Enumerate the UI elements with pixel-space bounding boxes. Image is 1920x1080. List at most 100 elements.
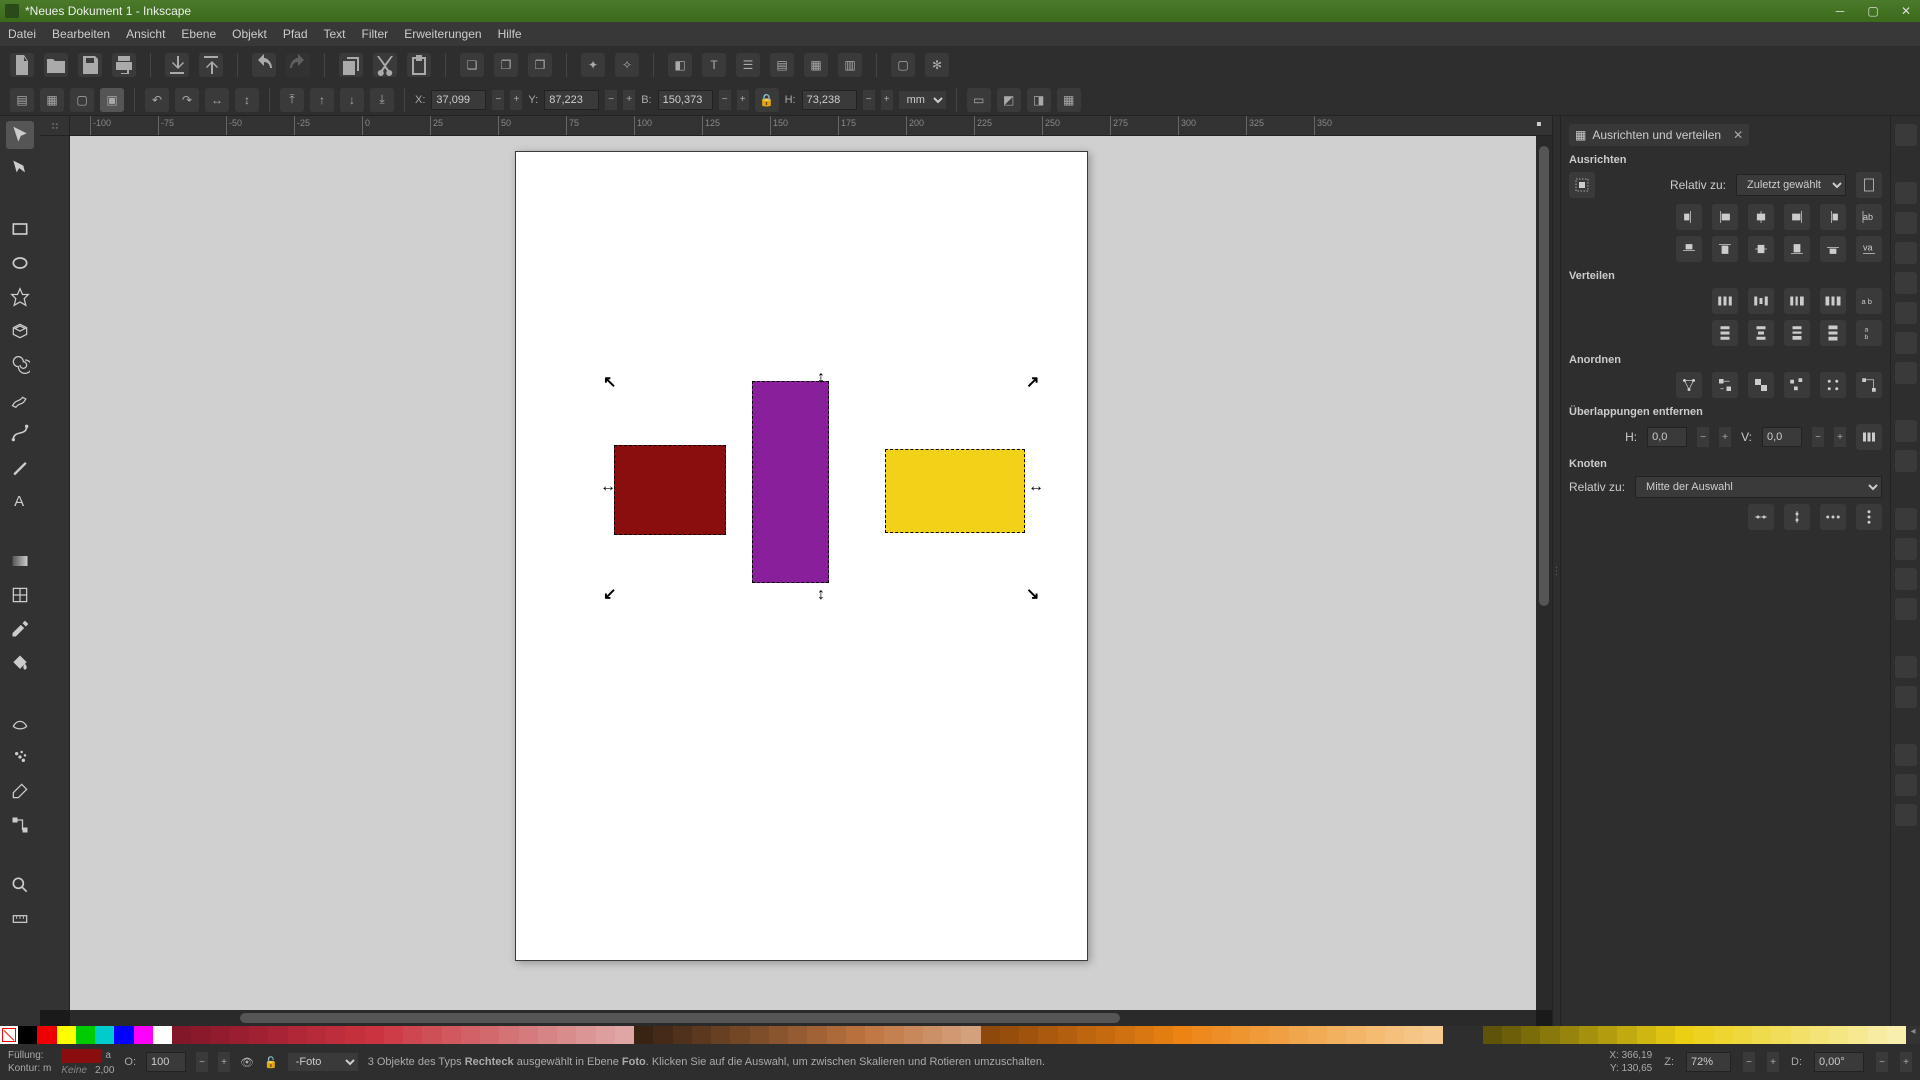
swatch[interactable] bbox=[576, 1026, 595, 1044]
node-distribute-v-button[interactable] bbox=[1856, 504, 1882, 530]
undo-button[interactable] bbox=[252, 53, 276, 77]
affect-pattern-button[interactable]: ▦ bbox=[1057, 88, 1081, 112]
swatch[interactable] bbox=[1096, 1026, 1115, 1044]
dock-btn-14[interactable] bbox=[1895, 656, 1917, 678]
fill-swatch[interactable] bbox=[61, 1049, 101, 1063]
duplicate-button[interactable]: ❏ bbox=[460, 53, 484, 77]
cut-button[interactable] bbox=[373, 53, 397, 77]
swatch[interactable] bbox=[499, 1026, 518, 1044]
swatch[interactable] bbox=[1791, 1026, 1810, 1044]
handle-sw[interactable]: ↙ bbox=[603, 584, 616, 604]
distribute-right-button[interactable] bbox=[1784, 288, 1810, 314]
opacity-inc[interactable]: + bbox=[218, 1052, 230, 1072]
distribute-center-h-button[interactable] bbox=[1748, 288, 1774, 314]
arrange-unclump-button[interactable] bbox=[1820, 372, 1846, 398]
swatch[interactable] bbox=[442, 1026, 461, 1044]
print-button[interactable] bbox=[112, 53, 136, 77]
swatch[interactable] bbox=[827, 1026, 846, 1044]
dock-btn-10[interactable] bbox=[1895, 508, 1917, 530]
raise-button[interactable]: ↑ bbox=[310, 88, 334, 112]
swatch[interactable] bbox=[1115, 1026, 1134, 1044]
menu-objekt[interactable]: Objekt bbox=[232, 27, 267, 41]
color-palette[interactable]: ◂ bbox=[0, 1026, 1920, 1044]
swatch[interactable] bbox=[365, 1026, 384, 1044]
zoom-input[interactable] bbox=[1686, 1052, 1731, 1072]
maximize-button[interactable]: ▢ bbox=[1864, 4, 1882, 18]
swatch[interactable] bbox=[422, 1026, 441, 1044]
swatch[interactable] bbox=[1289, 1026, 1308, 1044]
h-input[interactable] bbox=[802, 90, 857, 110]
star-tool[interactable] bbox=[6, 283, 34, 311]
swatch[interactable] bbox=[615, 1026, 634, 1044]
rotate-cw-button[interactable]: ↷ bbox=[175, 88, 199, 112]
swatch[interactable] bbox=[1269, 1026, 1288, 1044]
spray-tool[interactable] bbox=[6, 743, 34, 771]
rot-dec[interactable]: − bbox=[1876, 1052, 1888, 1072]
visibility-icon[interactable]: 👁 bbox=[240, 1056, 254, 1069]
dock-btn-5[interactable] bbox=[1895, 302, 1917, 324]
swatch[interactable] bbox=[114, 1026, 133, 1044]
transform-button[interactable]: ▥ bbox=[838, 53, 862, 77]
arrange-exchange-pos-button[interactable] bbox=[1712, 372, 1738, 398]
swatch[interactable] bbox=[1675, 1026, 1694, 1044]
arrange-random-button[interactable] bbox=[1784, 372, 1810, 398]
affect-corners-button[interactable]: ◩ bbox=[997, 88, 1021, 112]
align-top-button[interactable] bbox=[1712, 236, 1738, 262]
deselect-button[interactable]: ▢ bbox=[70, 88, 94, 112]
swatch[interactable] bbox=[1423, 1026, 1442, 1044]
menu-pfad[interactable]: Pfad bbox=[283, 27, 308, 41]
swatch[interactable] bbox=[134, 1026, 153, 1044]
swatch[interactable] bbox=[57, 1026, 76, 1044]
b-input[interactable] bbox=[658, 90, 713, 110]
swatch[interactable] bbox=[1868, 1026, 1887, 1044]
swatch[interactable] bbox=[1154, 1026, 1173, 1044]
text-tool[interactable]: A bbox=[6, 487, 34, 515]
x-dec[interactable]: − bbox=[492, 90, 504, 110]
b-dec[interactable]: − bbox=[719, 90, 731, 110]
swatch[interactable] bbox=[961, 1026, 980, 1044]
swatch[interactable] bbox=[1346, 1026, 1365, 1044]
handle-w[interactable]: ↔ bbox=[600, 478, 616, 496]
swatch[interactable] bbox=[807, 1026, 826, 1044]
canvas-viewport[interactable]: ↖ ↕ ↗ ↔ ↔ ↙ ↕ ↘ bbox=[70, 136, 1536, 1010]
measure-tool[interactable] bbox=[6, 905, 34, 933]
dock-btn-13[interactable] bbox=[1895, 598, 1917, 620]
layers-icon[interactable]: ☰ bbox=[736, 53, 760, 77]
distribute-left-button[interactable] bbox=[1712, 288, 1738, 314]
copy-button[interactable] bbox=[339, 53, 363, 77]
dock-btn-3[interactable] bbox=[1895, 242, 1917, 264]
paintbucket-tool[interactable] bbox=[6, 649, 34, 677]
overlap-h-dec[interactable]: − bbox=[1697, 427, 1709, 447]
align-center-h-button[interactable] bbox=[1748, 204, 1774, 230]
swatch[interactable] bbox=[326, 1026, 345, 1044]
menu-text[interactable]: Text bbox=[324, 27, 346, 41]
align-left-button[interactable] bbox=[1712, 204, 1738, 230]
swatch[interactable] bbox=[634, 1026, 653, 1044]
swatch[interactable] bbox=[172, 1026, 191, 1044]
relativ-select[interactable]: Zuletzt gewählt bbox=[1736, 174, 1846, 196]
opacity-dec[interactable]: − bbox=[196, 1052, 208, 1072]
dock-btn-12[interactable] bbox=[1895, 568, 1917, 590]
swatch[interactable] bbox=[1366, 1026, 1385, 1044]
bezier-tool[interactable] bbox=[6, 419, 34, 447]
swatch[interactable] bbox=[1617, 1026, 1636, 1044]
swatch[interactable] bbox=[1308, 1026, 1327, 1044]
dock-btn-4[interactable] bbox=[1895, 272, 1917, 294]
group-button[interactable]: ✦ bbox=[581, 53, 605, 77]
fill-stroke-button[interactable]: ◧ bbox=[668, 53, 692, 77]
menu-ansicht[interactable]: Ansicht bbox=[126, 27, 165, 41]
unlink-clone-button[interactable]: ❒ bbox=[528, 53, 552, 77]
unit-select[interactable]: mm bbox=[899, 91, 946, 109]
handle-se[interactable]: ↘ bbox=[1026, 584, 1039, 604]
swatch[interactable] bbox=[480, 1026, 499, 1044]
clone-button[interactable]: ❐ bbox=[494, 53, 518, 77]
swatch[interactable] bbox=[1483, 1026, 1502, 1044]
calligraphy-tool[interactable] bbox=[6, 453, 34, 481]
swatch[interactable] bbox=[884, 1026, 903, 1044]
shape-red-rect[interactable] bbox=[614, 445, 726, 535]
swatch[interactable] bbox=[596, 1026, 615, 1044]
swatch[interactable] bbox=[1694, 1026, 1713, 1044]
affect-gradient-button[interactable]: ◨ bbox=[1027, 88, 1051, 112]
lock-icon[interactable]: 🔓 bbox=[264, 1056, 278, 1069]
connector-tool[interactable] bbox=[6, 811, 34, 839]
